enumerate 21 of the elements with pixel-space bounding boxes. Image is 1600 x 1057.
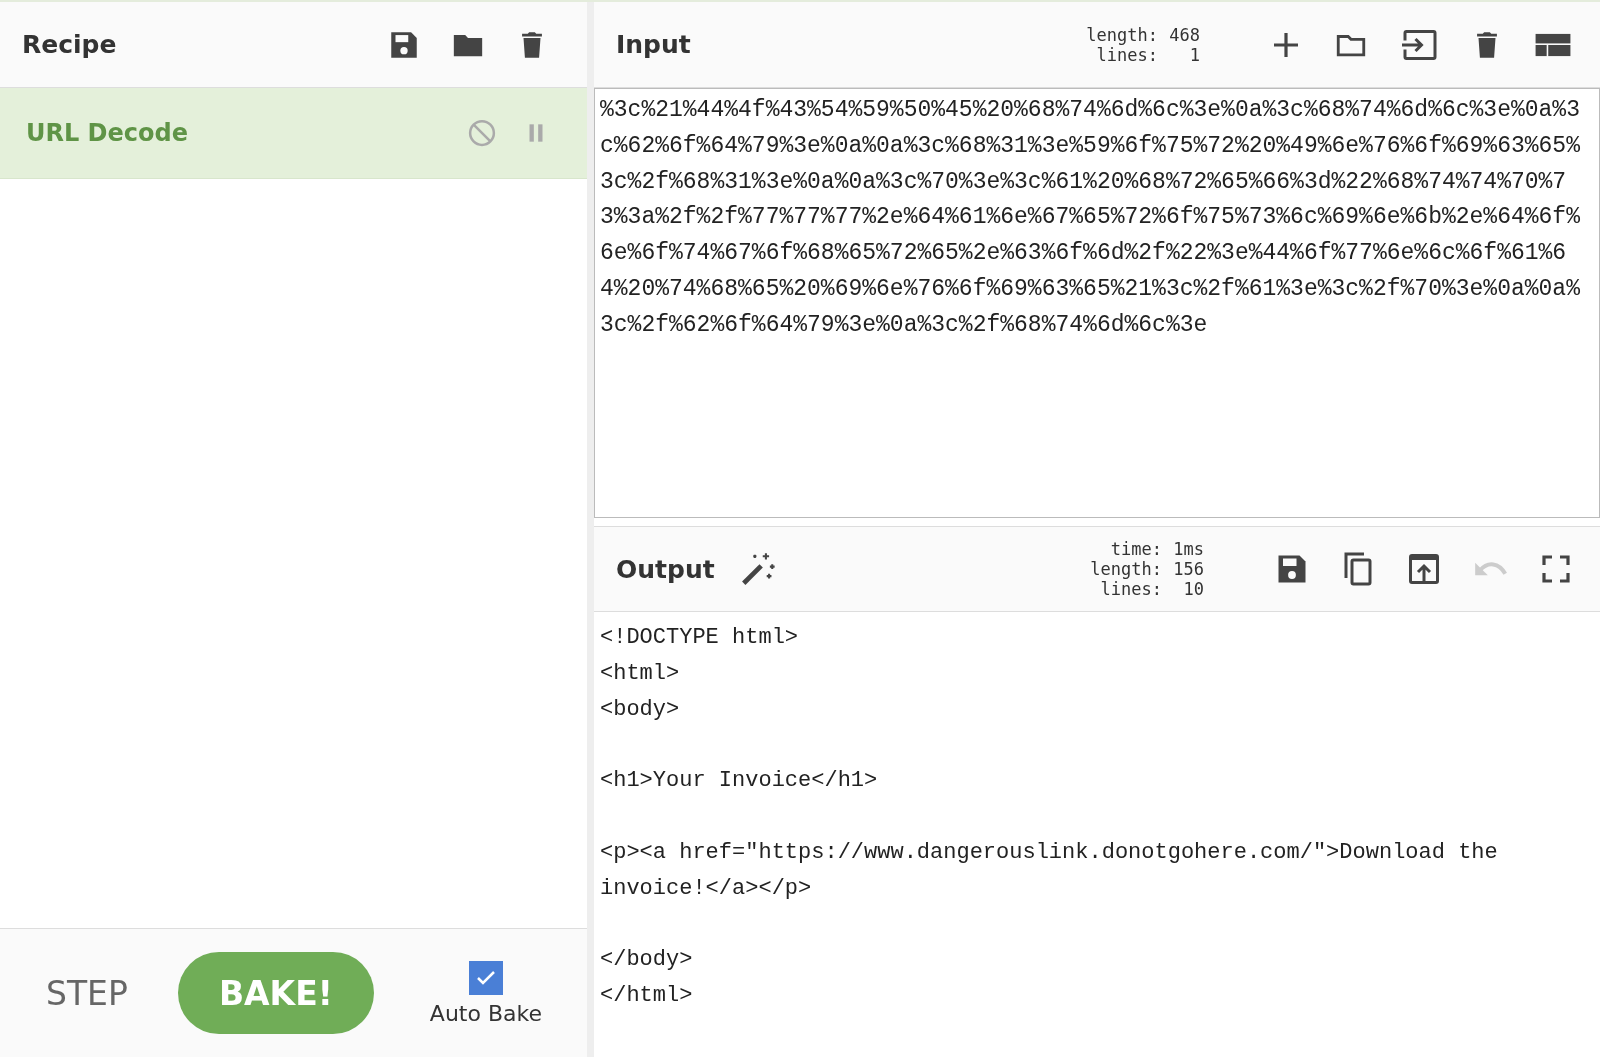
stat-value: 156 <box>1172 559 1204 579</box>
stat-label: time: <box>1110 539 1162 559</box>
stat-label: lines: <box>1096 44 1158 65</box>
stat-label: length: <box>1086 24 1158 45</box>
step-button[interactable]: STEP <box>40 969 134 1017</box>
auto-bake-label: Auto Bake <box>429 1000 542 1026</box>
box-arrow-up-icon[interactable] <box>1406 551 1442 587</box>
fullscreen-icon[interactable] <box>1540 553 1572 585</box>
input-title: Input <box>616 30 691 59</box>
stat-value: 10 <box>1182 579 1204 599</box>
operation-name: URL Decode <box>26 119 188 147</box>
recipe-title: Recipe <box>22 30 117 59</box>
stat-value: 468 <box>1168 24 1200 45</box>
auto-bake-checkbox[interactable] <box>468 960 503 995</box>
output-text: <!DOCTYPE html> <html> <body> <h1>Your Invoice</h1> <p><a href="https://www.dangerouslink.donotgohere.com/">Download the invoice!</a></p> </body> </html> <box>599 624 1499 1010</box>
stat-value: 1ms <box>1172 539 1204 559</box>
stat-value: 1 <box>1188 44 1200 65</box>
stat-label: length: <box>1090 559 1162 579</box>
output-title: Output <box>616 554 715 584</box>
stat-label: lines: <box>1100 579 1162 599</box>
input-field[interactable]: %3c%21%44%4f%43%54%59%50%45%20%68%74%6d%6c%3e%0a%3c%68%74%6d%6c%3e%0a%3c%62%6f%64%79%3e%0a%0a%3c%68%31%3e%59%6f%75%72%20%49%6e%76%6f%69%63%65%3c%2f%68%31%3e%0a%0a%3c%70%3e%3c%61%20%68%72%65%66%3d%22%68%74%74%70%73%3a%2f%2f%77%77%77%2e%64%61%6e%67%65%72%6f%75%73%6c%69%6e%6b%2e%64%6f%6e%6f%74%67%6f%68%65%72%65%2e%63%6f%6d%2f%22%3e%44%6f%77%6e%6c%6f%61%64%20%74%68%65%20%69%6e%76%6f%69%63%65%21%3c%2f%61%3e%3c%2f%70%3e%0a%0a%3c%2f%62%6f%64%79%3e%0a%3c%2f%68%74%6d%6c%3e <box>594 88 1600 518</box>
